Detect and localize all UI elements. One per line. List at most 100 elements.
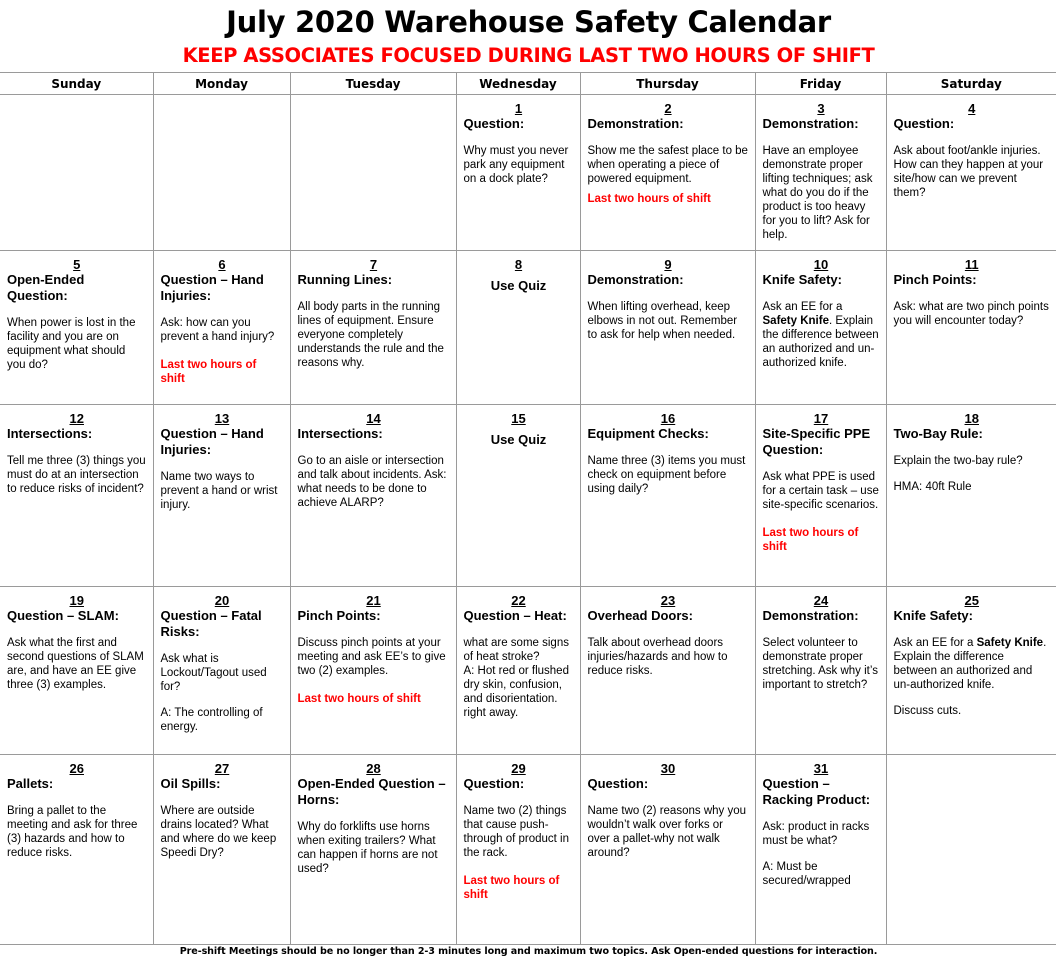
day-cell: 1 Question: Why must you never park any …	[455, 94, 581, 251]
day-answer: A: The controlling of energy.	[160, 707, 263, 733]
day-body: Why must you never park any equipment on…	[463, 145, 569, 185]
day-number: 5	[73, 257, 81, 272]
day-topic: Knife Safety:	[762, 272, 842, 287]
day-body: Show me the safest place to be when oper…	[587, 145, 748, 185]
day-body: Ask what the first and second questions …	[7, 637, 144, 691]
day-number: 31	[813, 761, 829, 776]
day-number: 3	[817, 101, 825, 116]
day-number: 11	[964, 257, 979, 272]
day-cell: 19 Question – SLAM: Ask what the first a…	[0, 586, 154, 755]
day-number: 7	[369, 257, 378, 272]
day-cell: 30 Question: Name two (2) reasons why yo…	[579, 754, 756, 945]
weekday-friday: Friday	[754, 72, 887, 95]
day-topic: Knife Safety:	[893, 608, 973, 623]
week-row: 19 Question – SLAM: Ask what the first a…	[0, 586, 1056, 755]
day-cell: 18 Two-Bay Rule: Explain the two-bay rul…	[885, 404, 1056, 587]
body-text: Ask an EE for a	[762, 301, 843, 313]
day-cell: 28 Open-Ended Question – Horns: Why do f…	[289, 754, 457, 945]
day-body: Name two ways to prevent a hand or wrist…	[160, 471, 278, 511]
day-body: Have an employee demonstrate proper lift…	[762, 145, 873, 241]
calendar-subtitle: KEEP ASSOCIATES FOCUSED DURING LAST TWO …	[182, 44, 875, 67]
day-body: Name two (2) things that cause push-thro…	[463, 805, 570, 859]
day-body: Name three (3) items you must check on e…	[587, 455, 746, 495]
day-cell: 2 Demonstration: Show me the safest plac…	[579, 94, 756, 251]
day-body: Discuss pinch points at your meeting and…	[297, 637, 446, 677]
day-cell: 20 Question – Fatal Risks: Ask what is L…	[152, 586, 291, 755]
day-cell: 3 Demonstration: Have an employee demons…	[754, 94, 887, 251]
week-row: 1 Question: Why must you never park any …	[0, 94, 1056, 251]
day-cell: 22 Question – Heat: what are some signs …	[455, 586, 581, 755]
day-topic: Open-Ended Question:	[7, 272, 85, 303]
day-number: 15	[511, 411, 526, 426]
day-body: All body parts in the running lines of e…	[297, 301, 444, 369]
last-two-hours-note: Last two hours of shift	[463, 875, 560, 901]
day-number: 2	[664, 101, 672, 116]
empty-day-cell	[152, 94, 291, 251]
day-number: 23	[660, 593, 676, 608]
day-body: Ask: product in racks must be what?	[762, 821, 870, 847]
day-body: Ask: how can you prevent a hand injury?	[160, 317, 275, 343]
day-topic: Question – Hand Injuries:	[160, 272, 264, 303]
day-body: When power is lost in the facility and y…	[7, 317, 136, 371]
day-number: 13	[214, 411, 230, 426]
day-cell: 13 Question – Hand Injuries: Name two wa…	[152, 404, 291, 587]
day-number: 14	[366, 411, 381, 426]
day-cell: 16 Equipment Checks: Name three (3) item…	[579, 404, 756, 587]
day-number: 8	[514, 257, 523, 272]
day-topic: Question – SLAM:	[7, 608, 119, 623]
weekday-header-row: Sunday Monday Tuesday Wednesday Thursday…	[0, 72, 1056, 95]
day-topic: Running Lines:	[297, 272, 393, 287]
day-topic: Open-Ended Question – Horns:	[297, 776, 446, 807]
day-answer: A: Must be secured/wrapped	[762, 861, 851, 887]
week-row: 26 Pallets: Bring a pallet to the meetin…	[0, 754, 1056, 945]
day-cell: 25 Knife Safety: Ask an EE for a Safety …	[885, 586, 1056, 755]
day-body: Tell me three (3) things you must do at …	[7, 455, 146, 495]
day-cell: 14 Intersections: Go to an aisle or inte…	[289, 404, 457, 587]
day-topic: Question – Heat:	[463, 608, 567, 623]
day-number: 17	[813, 411, 829, 426]
footer-note: Pre-shift Meetings should be no longer t…	[179, 946, 878, 957]
day-number: 10	[813, 257, 829, 272]
day-topic: Equipment Checks:	[587, 426, 709, 441]
week-row: 5 Open-Ended Question: When power is los…	[0, 250, 1056, 405]
day-body: what are some signs of heat stroke?	[463, 637, 569, 663]
week-row: 12 Intersections: Tell me three (3) thin…	[0, 404, 1056, 587]
day-answer: HMA: 40ft Rule	[893, 481, 972, 493]
day-topic: Two-Bay Rule:	[893, 426, 983, 441]
weekday-tuesday: Tuesday	[289, 72, 457, 95]
day-topic: Question:	[893, 116, 955, 131]
day-number: 4	[968, 101, 976, 116]
day-number: 22	[511, 593, 526, 608]
day-topic: Pallets:	[7, 776, 54, 791]
last-two-hours-note: Last two hours of shift	[160, 359, 257, 385]
weekday-saturday: Saturday	[885, 72, 1056, 95]
weekday-sunday: Sunday	[0, 72, 154, 95]
day-number: 26	[69, 761, 84, 776]
day-body: Ask an EE for a Safety Knife. Explain th…	[763, 300, 880, 370]
day-cell: 7 Running Lines: All body parts in the r…	[289, 250, 457, 405]
day-topic: Question – Fatal Risks:	[160, 608, 262, 639]
calendar-grid: Sunday Monday Tuesday Wednesday Thursday…	[0, 72, 1056, 945]
day-cell: 8 Use Quiz	[455, 250, 581, 405]
day-body: Bring a pallet to the meeting and ask fo…	[7, 805, 138, 859]
day-topic: Intersections:	[7, 426, 93, 441]
day-cell: 4 Question: Ask about foot/ankle injurie…	[885, 94, 1056, 251]
empty-day-cell	[289, 94, 457, 251]
day-topic: Question:	[463, 116, 525, 131]
day-body: Name two (2) reasons why you wouldn’t wa…	[587, 805, 747, 859]
weekday-monday: Monday	[152, 72, 291, 95]
day-number: 18	[964, 411, 979, 426]
day-topic: Demonstration:	[762, 608, 859, 623]
day-body: Ask what PPE is used for a certain task …	[762, 471, 879, 511]
day-body: Talk about overhead doors injuries/hazar…	[587, 637, 728, 677]
day-cell: 6 Question – Hand Injuries: Ask: how can…	[152, 250, 291, 405]
day-number: 25	[964, 593, 979, 608]
day-cell: 15 Use Quiz	[455, 404, 581, 587]
day-cell: 17 Site-Specific PPE Question: Ask what …	[754, 404, 887, 587]
day-cell: 27 Oil Spills: Where are outside drains …	[152, 754, 291, 945]
day-body: Select volunteer to demonstrate proper s…	[762, 637, 878, 691]
day-body: Where are outside drains located? What a…	[160, 805, 277, 859]
day-cell: 31 Question – Racking Product: Ask: prod…	[754, 754, 887, 945]
day-topic: Question – Hand Injuries:	[160, 426, 264, 457]
day-number: 1	[514, 101, 523, 116]
